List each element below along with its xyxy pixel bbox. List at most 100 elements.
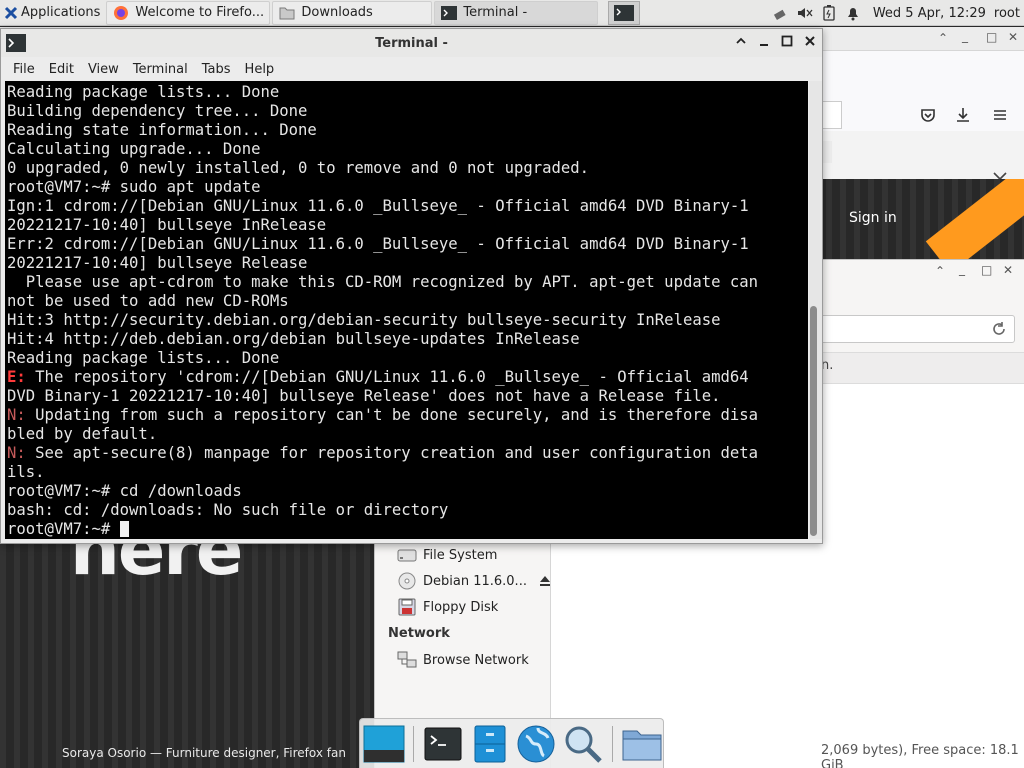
- maximize-button[interactable]: [780, 35, 794, 49]
- sidebar-item-debian-disc[interactable]: Debian 11.6.0...: [397, 572, 551, 590]
- sidebar-item-file-system[interactable]: File System: [397, 546, 497, 564]
- terminal-icon: [614, 4, 635, 21]
- terminal-line: DVD Binary-1 20221217-10:40] bullseye Re…: [7, 387, 808, 406]
- applications-menu-button[interactable]: Applications: [0, 0, 104, 26]
- terminal-line: Reading state information... Done: [7, 121, 808, 140]
- terminal-line-text: Reading package lists... Done: [7, 83, 280, 101]
- terminal-line: bled by default.: [7, 425, 808, 444]
- dock-terminal[interactable]: [422, 722, 464, 766]
- close-button[interactable]: [803, 35, 817, 49]
- sign-in-button[interactable]: Sign in: [849, 210, 897, 226]
- pocket-icon[interactable]: [920, 107, 936, 123]
- dock-app-finder[interactable]: [561, 722, 603, 766]
- location-field[interactable]: [795, 315, 1015, 343]
- terminal-output[interactable]: Reading package lists... Done Building de…: [5, 81, 808, 539]
- taskbar-item-label: Welcome to Firefo...: [135, 5, 265, 20]
- maximize-icon[interactable]: □: [986, 30, 997, 44]
- terminal-line: root@VM7:~# sudo apt update: [7, 178, 808, 197]
- terminal-line-text: ils.: [7, 463, 45, 481]
- menu-tabs[interactable]: Tabs: [202, 62, 231, 77]
- minimize-icon: [760, 44, 768, 46]
- minimize-button[interactable]: [757, 35, 771, 49]
- firefox-logo-accent: [914, 179, 1024, 259]
- terminal-line-text: Please use apt-cdrom to make this CD-ROM…: [7, 273, 759, 291]
- terminal-line: root@VM7:~# cd /downloads: [7, 482, 808, 501]
- terminal-line-text: Ign:1 cdrom://[Debian GNU/Linux 11.6.0 _…: [7, 197, 749, 215]
- user-menu[interactable]: root: [994, 6, 1020, 21]
- terminal-line-text: Hit:3 http://security.debian.org/debian-…: [7, 311, 721, 329]
- menu-file[interactable]: File: [13, 62, 35, 77]
- terminal-line: ils.: [7, 463, 808, 482]
- close-icon[interactable]: ✕: [1003, 263, 1013, 277]
- maximize-icon[interactable]: □: [981, 263, 992, 277]
- terminal-line-text: root@VM7:~# cd /downloads: [7, 482, 242, 500]
- scrollbar-thumb[interactable]: [810, 306, 817, 536]
- terminal-line: N: See apt-secure(8) manpage for reposit…: [7, 444, 808, 463]
- downloads-icon[interactable]: [955, 106, 971, 124]
- taskbar-item-downloads[interactable]: Downloads: [272, 0, 433, 25]
- sidebar-item-browse-network[interactable]: Browse Network: [397, 651, 529, 669]
- file-manager-icon: [474, 725, 506, 762]
- status-bar-text: 2,069 bytes), Free space: 18.1 GiB: [821, 743, 1019, 768]
- workspace-switcher[interactable]: [608, 0, 641, 25]
- terminal-line-text: Reading state information... Done: [7, 121, 317, 139]
- chevron-up-icon[interactable]: ⌃: [935, 264, 945, 278]
- terminal-line-text: Err:2 cdrom://[Debian GNU/Linux 11.6.0 _…: [7, 235, 749, 253]
- notification-bar: [822, 141, 832, 163]
- terminal-line-text: not be used to add new CD-ROMs: [7, 292, 289, 310]
- xfce-logo-icon: [4, 6, 18, 19]
- terminal-menubar: File Edit View Terminal Tabs Help: [1, 57, 822, 81]
- terminal-line-text: DVD Binary-1 20221217-10:40] bullseye Re…: [7, 387, 721, 405]
- menu-help[interactable]: Help: [245, 62, 275, 77]
- terminal-window: Terminal - File Edit View Terminal Tabs …: [0, 28, 823, 544]
- chevron-up-icon: [736, 37, 746, 44]
- eject-icon[interactable]: [539, 575, 551, 587]
- menu-edit[interactable]: Edit: [49, 62, 74, 77]
- menu-terminal[interactable]: Terminal: [133, 62, 188, 77]
- minimize-icon[interactable]: _: [959, 262, 965, 276]
- dock-show-desktop[interactable]: [363, 722, 405, 766]
- terminal-line: Hit:4 http://deb.debian.org/debian bulls…: [7, 330, 808, 349]
- terminal-icon: [424, 727, 462, 760]
- sidebar-item-label: File System: [423, 547, 498, 563]
- dock-home-folder[interactable]: [621, 722, 663, 766]
- terminal-line-text: 0 upgraded, 0 newly installed, 0 to remo…: [7, 159, 590, 177]
- terminal-icon: [441, 5, 458, 20]
- battery-icon[interactable]: [821, 5, 837, 21]
- maximize-icon: [781, 35, 793, 47]
- web-browser-icon: [517, 725, 555, 762]
- dock: [359, 718, 664, 768]
- close-icon[interactable]: ✕: [1008, 30, 1018, 44]
- clock[interactable]: Wed 5 Apr, 12:29: [873, 6, 986, 21]
- network-icon: [397, 651, 417, 668]
- taskbar-item-firefox[interactable]: Welcome to Firefo...: [106, 0, 271, 25]
- terminal-line-text: bled by default.: [7, 425, 158, 443]
- terminal-line-text: Reading package lists... Done: [7, 349, 280, 367]
- network-wired-icon[interactable]: [773, 5, 789, 21]
- dock-separator: [413, 725, 415, 762]
- notification-bell-icon[interactable]: [845, 5, 861, 21]
- firefox-icon: [114, 5, 129, 20]
- menu-view[interactable]: View: [88, 62, 119, 77]
- minimize-icon[interactable]: _: [962, 29, 968, 43]
- terminal-titlebar[interactable]: Terminal -: [1, 29, 822, 57]
- url-bar[interactable]: [822, 101, 842, 129]
- dock-file-manager[interactable]: [469, 722, 511, 766]
- reload-icon[interactable]: [991, 321, 1007, 337]
- hamburger-menu-icon[interactable]: [992, 107, 1008, 123]
- dock-web-browser[interactable]: [515, 722, 557, 766]
- chevron-up-icon[interactable]: ⌃: [938, 31, 948, 45]
- error-prefix: E:: [7, 368, 26, 386]
- sidebar-item-floppy-disk[interactable]: Floppy Disk: [397, 598, 498, 616]
- terminal-line: Calculating upgrade... Done: [7, 140, 808, 159]
- terminal-line: not be used to add new CD-ROMs: [7, 292, 808, 311]
- taskbar-item-terminal[interactable]: Terminal -: [434, 0, 599, 25]
- sidebar-item-label: Debian 11.6.0...: [423, 573, 527, 589]
- volume-muted-icon[interactable]: [797, 5, 813, 21]
- terminal-line: Hit:3 http://security.debian.org/debian-…: [7, 311, 808, 330]
- terminal-line: 20221217-10:40] bullseye InRelease: [7, 216, 808, 235]
- terminal-line-text: root@VM7:~#: [7, 520, 120, 538]
- shade-button[interactable]: [734, 35, 748, 49]
- terminal-line: bash: cd: /downloads: No such file or di…: [7, 501, 808, 520]
- terminal-line: N: Updating from such a repository can't…: [7, 406, 808, 425]
